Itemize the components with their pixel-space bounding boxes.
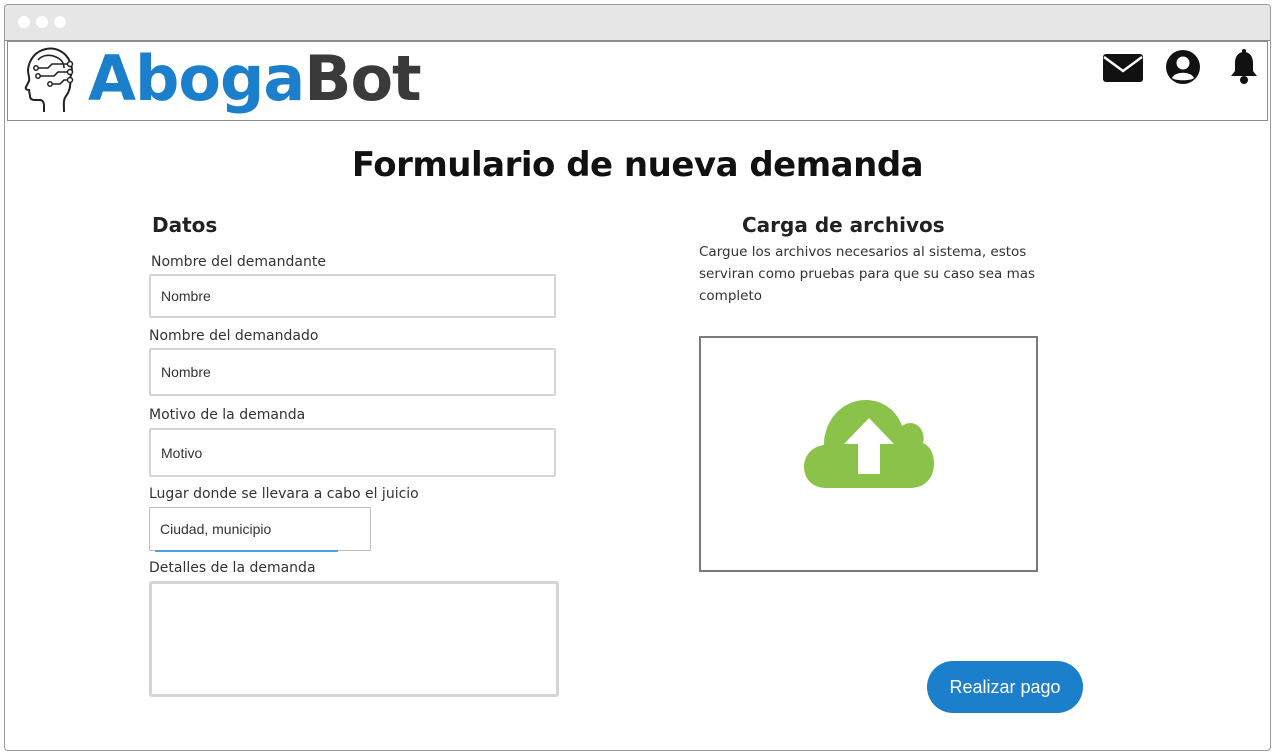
demandante-input[interactable] — [149, 274, 556, 318]
user-profile-icon[interactable] — [1165, 49, 1201, 85]
detalles-label: Detalles de la demanda — [149, 560, 316, 576]
mail-icon[interactable] — [1102, 52, 1144, 84]
motivo-input[interactable] — [149, 428, 556, 477]
window-dot — [36, 16, 48, 28]
detalles-textarea[interactable] — [149, 581, 559, 697]
demandado-label: Nombre del demandado — [149, 328, 319, 344]
bell-icon[interactable] — [1229, 49, 1259, 85]
datos-section-title: Datos — [152, 213, 218, 237]
file-upload-dropzone[interactable] — [699, 336, 1038, 572]
lugar-input[interactable] — [149, 507, 371, 551]
app-logo-text: AbogaBot — [88, 42, 422, 115]
window-titlebar — [5, 5, 1270, 41]
browser-window: AbogaBot Formulario de nueva demanda Dat… — [4, 4, 1271, 751]
realizar-pago-button[interactable]: Realizar pago — [927, 661, 1083, 713]
logo-text-part2: Bot — [304, 42, 421, 115]
page-title: Formulario de nueva demanda — [351, 145, 924, 185]
demandado-input[interactable] — [149, 348, 556, 396]
carga-description: Cargue los archivos necesarios al sistem… — [699, 244, 1036, 304]
motivo-label: Motivo de la demanda — [149, 407, 306, 423]
brain-head-logo-icon — [24, 47, 74, 113]
cloud-upload-icon — [804, 400, 934, 488]
carga-section-title: Carga de archivos — [742, 213, 945, 237]
app-header: AbogaBot — [7, 41, 1268, 121]
window-dot — [54, 16, 66, 28]
window-dot — [18, 16, 30, 28]
lugar-input-underline — [155, 550, 338, 552]
demandante-label: Nombre del demandante — [151, 254, 326, 270]
logo-text-part1: Aboga — [88, 42, 305, 115]
lugar-label: Lugar donde se llevara a cabo el juicio — [149, 486, 419, 502]
